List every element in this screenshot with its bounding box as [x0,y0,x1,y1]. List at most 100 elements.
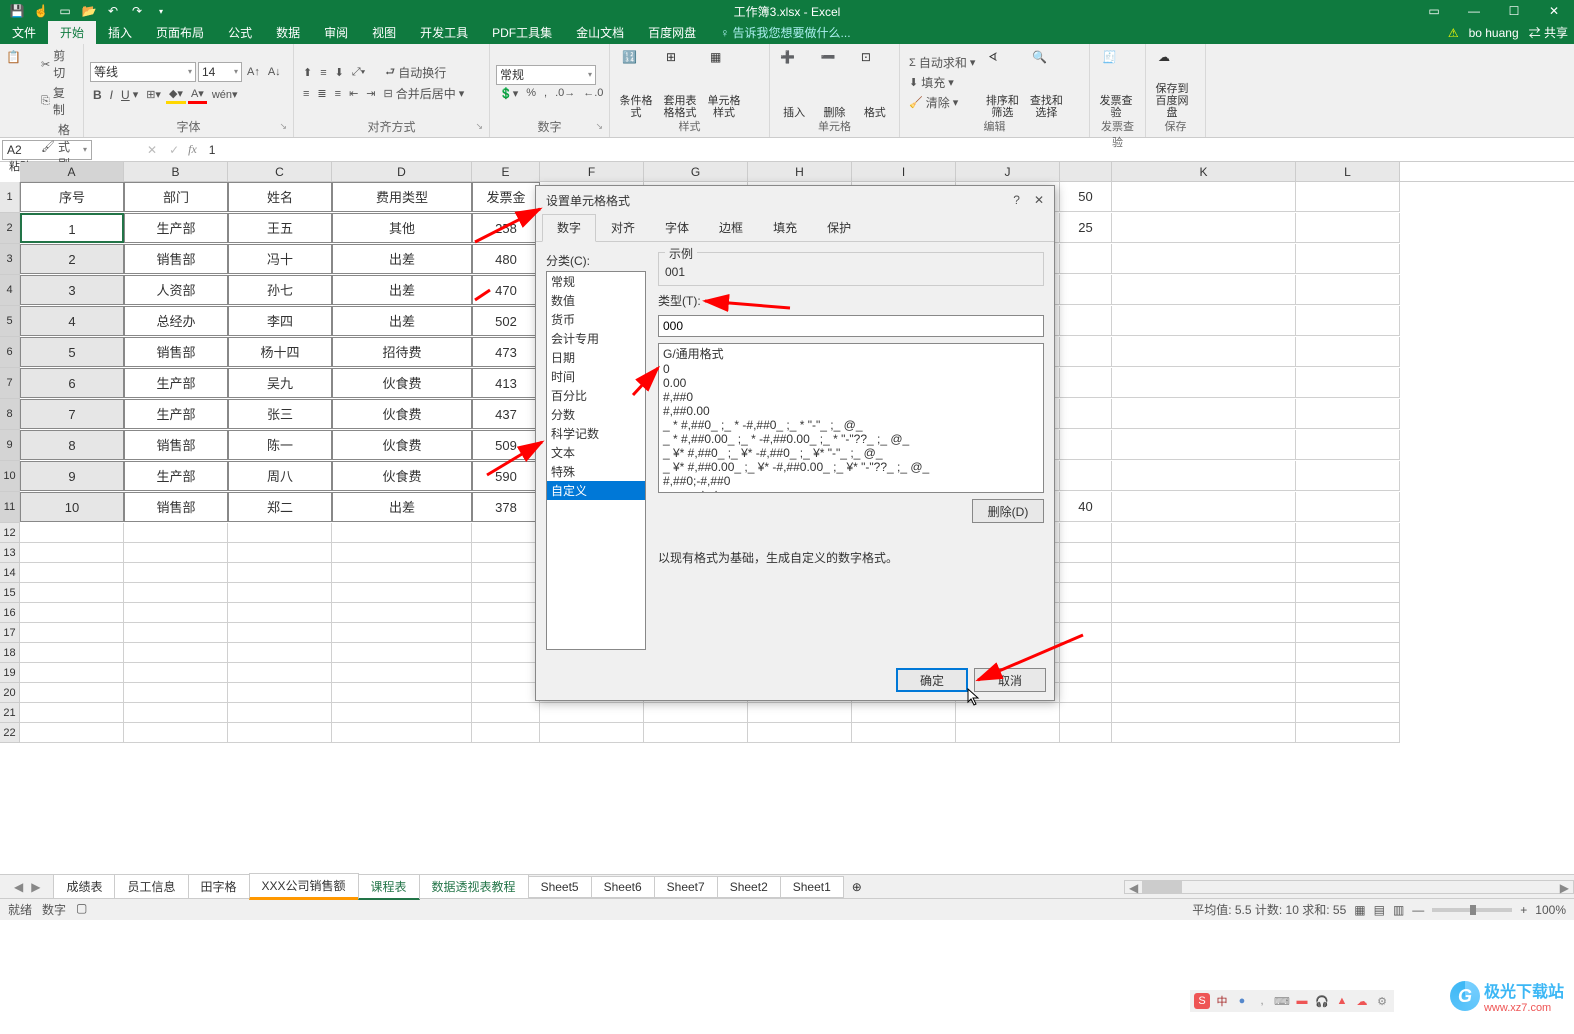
cell[interactable]: 258 [472,213,540,243]
undo-icon[interactable]: ↶ [102,2,124,20]
fill-button[interactable]: ⬇ 填充 ▾ [906,73,978,92]
underline-button[interactable]: U▾ [118,87,141,103]
phonetic-button[interactable]: wén▾ [209,87,241,102]
cell[interactable] [332,703,472,723]
user-name[interactable]: bo huang [1469,26,1519,40]
type-item[interactable]: G/通用格式 [660,345,1042,362]
tab-data[interactable]: 数据 [264,21,312,44]
save-icon[interactable]: 💾 [6,2,28,20]
tab-baidu[interactable]: 百度网盘 [636,21,708,44]
increase-font-icon[interactable]: A↑ [244,65,263,79]
cell[interactable]: 部门 [124,182,228,212]
cell[interactable] [472,723,540,743]
number-format-combo[interactable]: 常规▾ [496,65,596,85]
cell[interactable] [1112,368,1296,398]
cell[interactable] [748,723,852,743]
percent-icon[interactable]: % [523,86,539,100]
open-icon[interactable]: 📂 [78,2,100,20]
category-item[interactable]: 特殊 [547,462,645,481]
cell[interactable]: 王五 [228,213,332,243]
tab-home[interactable]: 开始 [48,21,96,44]
cell[interactable] [1296,703,1400,723]
table-format-button[interactable]: ⊞套用表格格式 [660,46,700,119]
tab-view[interactable]: 视图 [360,21,408,44]
sheet-tab[interactable]: 员工信息 [114,874,188,899]
row-head[interactable]: 20 [0,683,20,703]
category-item[interactable]: 货币 [547,310,645,329]
cell[interactable] [1060,583,1112,603]
paste-button[interactable]: 📋 粘贴 [6,46,34,173]
cell[interactable] [472,623,540,643]
col-J[interactable]: J [956,162,1060,181]
cell[interactable] [228,643,332,663]
cell[interactable]: 437 [472,399,540,429]
cell[interactable]: 人资部 [124,275,228,305]
type-item[interactable]: _ * #,##0.00_ ;_ * -#,##0.00_ ;_ * "-"??… [660,432,1042,446]
type-item[interactable]: _ ¥* #,##0.00_ ;_ ¥* -#,##0.00_ ;_ ¥* "-… [660,460,1042,474]
dlg-tab-border[interactable]: 边框 [704,214,758,241]
cell[interactable] [472,543,540,563]
cell[interactable] [228,523,332,543]
sheet-tab[interactable]: 数据透视表教程 [419,874,529,899]
cell[interactable] [1112,275,1296,305]
cell[interactable]: 480 [472,244,540,274]
cut-button[interactable]: ✂ 剪切 [38,46,77,82]
hscroll[interactable]: ◀ ▶ [1124,880,1574,894]
cell[interactable] [1060,663,1112,683]
category-item[interactable]: 分数 [547,405,645,424]
formula-input[interactable]: 1 [201,143,1574,157]
cell[interactable]: 伙食费 [332,368,472,398]
cell[interactable] [1112,723,1296,743]
cell[interactable] [1296,583,1400,603]
cell[interactable] [1112,182,1296,212]
cell[interactable]: 伙食费 [332,461,472,491]
dlg-tab-font[interactable]: 字体 [650,214,704,241]
dialog-close-icon[interactable]: ✕ [1034,193,1044,207]
cell[interactable] [1060,430,1112,460]
cell[interactable] [1112,663,1296,683]
cell[interactable] [1296,430,1400,460]
col-L[interactable]: L [1296,162,1400,181]
cell[interactable]: 发票金 [472,182,540,212]
merge-button[interactable]: ⊟ 合并后居中▾ [381,84,468,103]
cell[interactable] [332,723,472,743]
redo-icon[interactable]: ↷ [126,2,148,20]
tab-first-icon[interactable]: ◀ [10,880,27,894]
col-D[interactable]: D [332,162,472,181]
sheet-tab[interactable]: 成绩表 [53,874,115,899]
cell[interactable] [20,663,124,683]
currency-icon[interactable]: 💲▾ [496,86,521,101]
cell[interactable] [644,723,748,743]
close-icon[interactable]: ✕ [1534,0,1574,22]
cell[interactable] [1112,337,1296,367]
cell[interactable] [1060,244,1112,274]
cell[interactable]: 总经办 [124,306,228,336]
type-item[interactable]: #,##0;-#,##0 [660,474,1042,488]
cell[interactable]: 出差 [332,275,472,305]
cell[interactable] [1112,523,1296,543]
cell[interactable] [332,583,472,603]
cell[interactable] [472,683,540,703]
row-head[interactable]: 11 [0,492,20,523]
category-item[interactable]: 数值 [547,291,645,310]
cancel-edit-icon[interactable]: ✕ [142,143,162,157]
type-item[interactable]: #,##0;[红色]-#,##0 [660,488,1042,493]
cell[interactable]: 50 [1060,182,1112,212]
cell[interactable] [20,703,124,723]
align-launcher-icon[interactable]: ↘ [475,118,483,134]
cell[interactable] [124,703,228,723]
cell[interactable] [1296,368,1400,398]
minimize-icon[interactable]: — [1454,0,1494,22]
cell[interactable]: 509 [472,430,540,460]
cell[interactable] [1060,683,1112,703]
cell[interactable] [228,583,332,603]
sort-filter-button[interactable]: ᗏ排序和筛选 [982,46,1022,119]
cell[interactable]: 序号 [20,182,124,212]
cell[interactable] [1112,603,1296,623]
cell[interactable] [1112,623,1296,643]
sheet-tab[interactable]: 田字格 [188,874,250,899]
bold-button[interactable]: B [90,87,105,103]
col-H[interactable]: H [748,162,852,181]
cell[interactable] [124,543,228,563]
cell[interactable]: 生产部 [124,399,228,429]
